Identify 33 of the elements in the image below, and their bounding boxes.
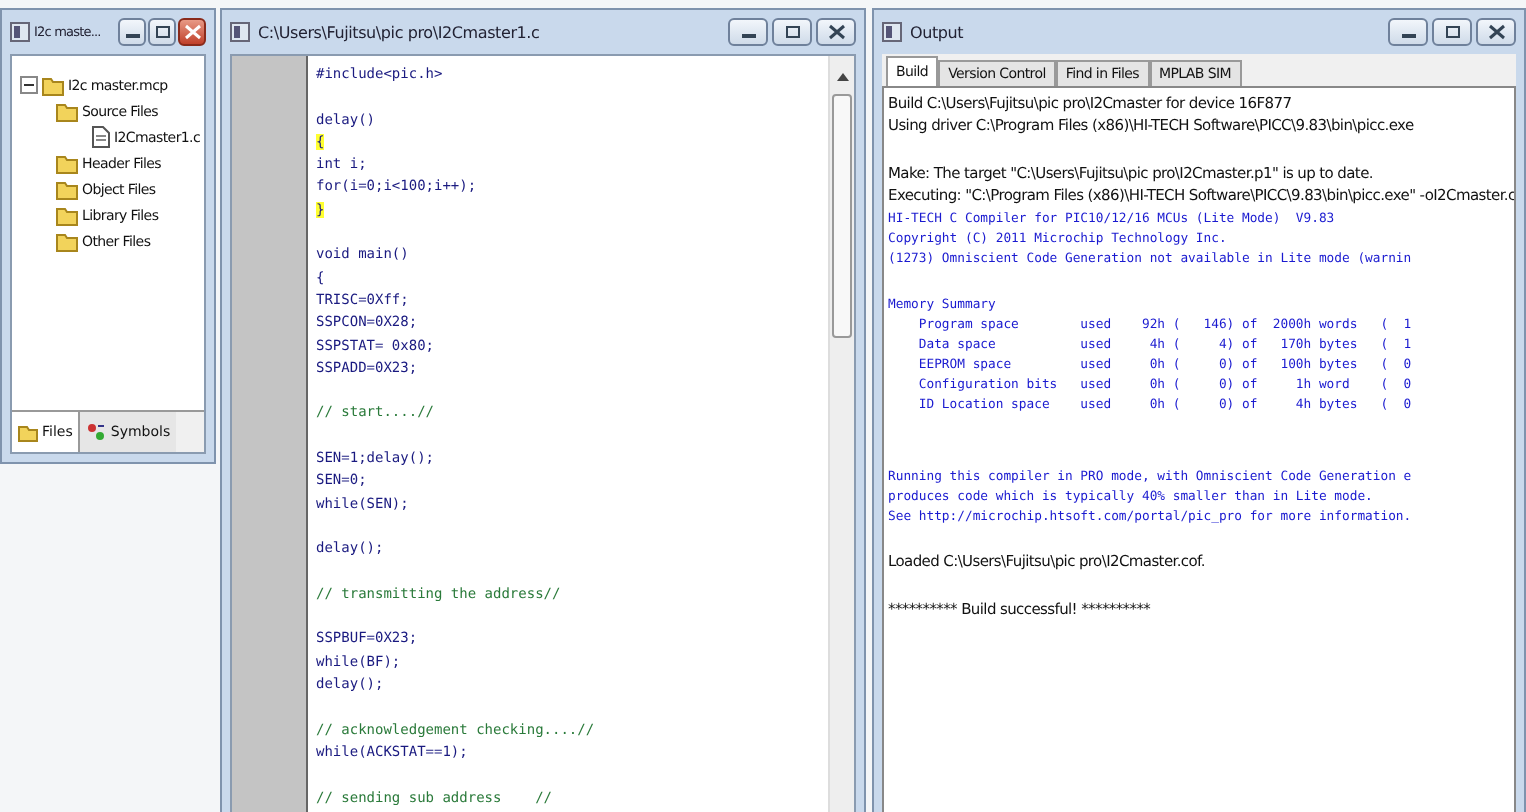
folder-icon [56, 101, 78, 121]
maximize-icon [1443, 24, 1461, 40]
collapse-icon[interactable] [20, 76, 38, 94]
close-button[interactable] [1476, 18, 1516, 46]
window-icon [882, 22, 902, 42]
window-icon [230, 22, 250, 42]
folder-icon [56, 153, 78, 173]
close-button[interactable] [816, 18, 856, 46]
scrollbar[interactable] [828, 56, 854, 812]
folder-icon [56, 231, 78, 251]
minimize-button[interactable] [1388, 18, 1428, 46]
minimize-button[interactable] [118, 18, 146, 46]
maximize-button[interactable] [1432, 18, 1472, 46]
folder-icon [18, 423, 38, 441]
folder-icon [42, 75, 64, 95]
window-title: Output [910, 23, 966, 41]
symbols-icon [86, 422, 107, 442]
folder-icon [56, 205, 78, 225]
window-icon [10, 22, 30, 42]
maximize-icon [153, 24, 171, 40]
maximize-button[interactable] [148, 18, 176, 46]
close-icon [1487, 24, 1505, 40]
folder-icon [56, 179, 78, 199]
scroll-thumb[interactable] [832, 94, 852, 338]
close-icon [827, 24, 845, 40]
close-button[interactable] [178, 18, 206, 46]
minimize-button[interactable] [728, 18, 768, 46]
file-icon [92, 126, 110, 148]
maximize-button[interactable] [772, 18, 812, 46]
maximize-icon [783, 24, 801, 40]
window-title: C:\Users\Fujitsu\pic pro\I2Cmaster1.c [258, 23, 542, 41]
scroll-up-icon[interactable] [835, 72, 849, 82]
close-icon [183, 24, 201, 40]
